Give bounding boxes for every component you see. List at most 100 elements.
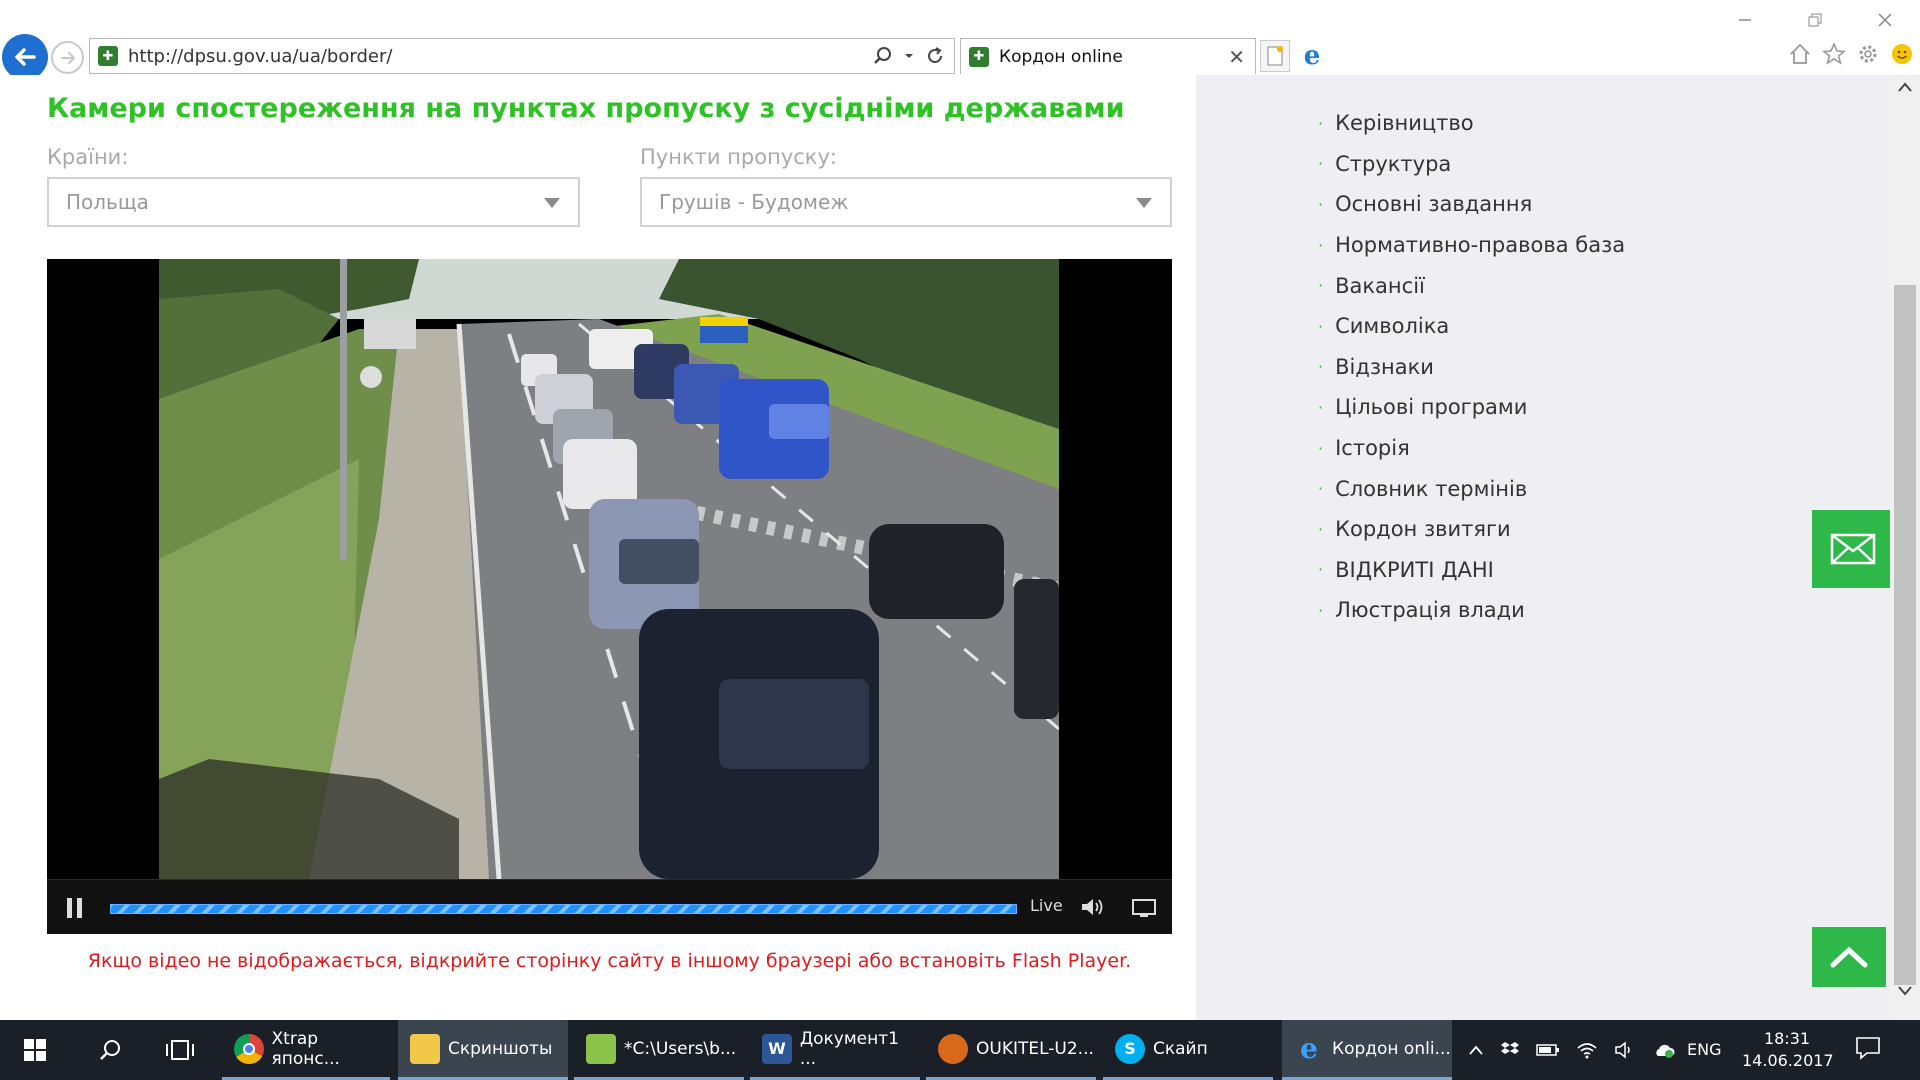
gear-icon[interactable] [1856, 42, 1880, 66]
taskbar: Xtrap японс... Скриншоты *C:\Users\b... … [0, 1020, 1920, 1080]
forward-button[interactable] [51, 41, 84, 74]
bullet: · [1318, 519, 1324, 539]
checkpoints-select[interactable]: Грушів - Будомеж [640, 177, 1172, 227]
input-language[interactable]: ENG [1687, 1040, 1721, 1059]
bullet: · [1318, 600, 1324, 620]
sidebar-item-label: Нормативно-правова база [1335, 233, 1626, 258]
search-button[interactable] [75, 1020, 145, 1080]
volume-icon[interactable] [1080, 896, 1106, 918]
sidebar-item-label: Цільові програми [1335, 395, 1528, 420]
minimize-button[interactable] [1710, 0, 1780, 40]
sidebar-item-vidkryti-dani[interactable]: · ВІДКРИТІ ДАНІ [1318, 550, 1625, 591]
live-indicator: Live [1030, 896, 1063, 915]
back-button[interactable] [2, 34, 48, 80]
sidebar-item-kerivnytstvo[interactable]: · Керівництво [1318, 103, 1625, 144]
restore-button[interactable] [1780, 0, 1850, 40]
chevron-up-icon[interactable] [1468, 1044, 1484, 1056]
task-view-button[interactable] [145, 1020, 215, 1080]
smiley-feedback-icon[interactable] [1890, 42, 1914, 66]
refresh-icon[interactable] [924, 45, 946, 67]
bullet: · [1318, 276, 1324, 296]
favorites-star-icon[interactable] [1822, 42, 1846, 66]
sidebar-item-kordon-zvytiahy[interactable]: · Кордон звитяги [1318, 509, 1625, 550]
taskbar-item-label: OUKITEL-U2... [976, 1038, 1094, 1059]
sidebar-item-istoriia[interactable]: · Історія [1318, 428, 1625, 469]
scroll-to-top-button[interactable] [1812, 927, 1886, 987]
bullet: · [1318, 397, 1324, 417]
close-window-button[interactable] [1850, 0, 1920, 40]
bullet: · [1318, 560, 1324, 580]
taskbar-item-label: Скриншоты [448, 1038, 553, 1059]
address-bar[interactable]: ✚ http://dpsu.gov.ua/ua/border/ [89, 38, 955, 74]
volume-icon[interactable] [1614, 1041, 1636, 1059]
sidebar-item-zavdannia[interactable]: · Основні завдання [1318, 184, 1625, 225]
search-icon[interactable] [872, 45, 894, 67]
sidebar-item-prohramy[interactable]: · Цільові програми [1318, 387, 1625, 428]
feedback-mail-button[interactable] [1812, 510, 1894, 588]
bullet: · [1318, 438, 1324, 458]
taskbar-item-oukitel[interactable]: OUKITEL-U2... [926, 1020, 1096, 1080]
sidebar-item-pravova-baza[interactable]: · Нормативно-правова база [1318, 225, 1625, 266]
sidebar-item-label: ВІДКРИТІ ДАНІ [1335, 557, 1494, 582]
address-url[interactable]: http://dpsu.gov.ua/ua/border/ [128, 46, 392, 67]
main-column: Камери спостереження на пунктах пропуску… [0, 75, 1196, 1020]
bullet: · [1318, 479, 1324, 499]
pause-button[interactable] [67, 898, 83, 918]
task-view-icon [166, 1040, 194, 1060]
sidebar-item-vidznaky[interactable]: · Відзнаки [1318, 347, 1625, 388]
sidebar-item-label: Основні завдання [1335, 192, 1533, 217]
search-icon [100, 1040, 120, 1060]
fullscreen-icon[interactable] [1131, 897, 1157, 919]
dropdown-arrow-icon[interactable] [904, 51, 914, 61]
video-progress-bar[interactable] [110, 904, 1017, 914]
page-title: Камери спостереження на пунктах пропуску… [47, 93, 1125, 124]
skype-icon: S [1115, 1033, 1145, 1064]
taskbar-item-notepad[interactable]: *C:\Users\b... [574, 1020, 744, 1080]
ie-icon: e [1300, 1032, 1318, 1065]
chevron-up-icon [1830, 946, 1868, 968]
tab-favicon-icon: ✚ [969, 46, 989, 67]
new-tab-button[interactable] [1260, 40, 1290, 72]
arrow-left-icon [15, 48, 36, 66]
cloud-sync-icon[interactable] [1652, 1041, 1676, 1059]
sidebar-item-label: Відзнаки [1335, 354, 1434, 379]
start-button[interactable] [0, 1020, 70, 1080]
camera-video-frame[interactable] [159, 259, 1059, 879]
sidebar-item-symvolika[interactable]: · Символіка [1318, 306, 1625, 347]
sidebar: · Керівництво · Структура · Основні завданн… [1196, 75, 1890, 1020]
sidebar-item-struktura[interactable]: · Структура [1318, 144, 1625, 185]
sidebar-item-label: Історія [1335, 436, 1410, 461]
taskbar-item-word[interactable]: W Документ1 ... [750, 1020, 920, 1080]
clock-date: 14.06.2017 [1742, 1051, 1834, 1070]
taskbar-item-chrome[interactable]: Xtrap японс... [222, 1020, 390, 1080]
wifi-icon[interactable] [1576, 1041, 1598, 1059]
taskbar-item-folder[interactable]: Скриншоты [398, 1020, 568, 1080]
pause-bar [77, 898, 82, 918]
page-scrollbar[interactable] [1890, 75, 1920, 1020]
chrome-icon [234, 1033, 264, 1064]
tab-close-icon[interactable]: ✕ [1228, 45, 1255, 69]
scroll-up-arrow-icon[interactable] [1897, 81, 1913, 93]
ie-compat-icon[interactable]: e [1295, 40, 1329, 72]
sidebar-item-label: Керівництво [1335, 111, 1474, 136]
sidebar-item-liustratsiia[interactable]: · Люстрація влади [1318, 590, 1625, 631]
scroll-down-arrow-icon[interactable] [1897, 985, 1913, 997]
address-tools [872, 45, 946, 67]
countries-select[interactable]: Польща [47, 177, 580, 227]
tab-kordon-online[interactable]: ✚ Кордон online ✕ [960, 38, 1256, 74]
taskbar-clock[interactable]: 18:31 14.06.2017 [1742, 1028, 1834, 1072]
home-icon[interactable] [1788, 42, 1812, 66]
sidebar-item-label: Вакансії [1335, 273, 1425, 298]
scrollbar-thumb[interactable] [1894, 285, 1916, 985]
sidebar-item-vakansii[interactable]: · Вакансії [1318, 265, 1625, 306]
battery-icon[interactable] [1536, 1043, 1560, 1057]
arrow-right-icon [60, 51, 75, 64]
page-content: Камери спостереження на пунктах пропуску… [0, 75, 1920, 1020]
video-player[interactable]: Live [47, 259, 1172, 934]
taskbar-item-ie[interactable]: e Кордон onli... [1282, 1020, 1452, 1080]
dropbox-icon[interactable] [1500, 1041, 1520, 1059]
border-camera-image [159, 259, 1059, 879]
notification-center-icon[interactable] [1855, 1036, 1881, 1060]
sidebar-item-slovnyk[interactable]: · Словник термінів [1318, 468, 1625, 509]
taskbar-item-skype[interactable]: S Скайп [1103, 1020, 1273, 1080]
